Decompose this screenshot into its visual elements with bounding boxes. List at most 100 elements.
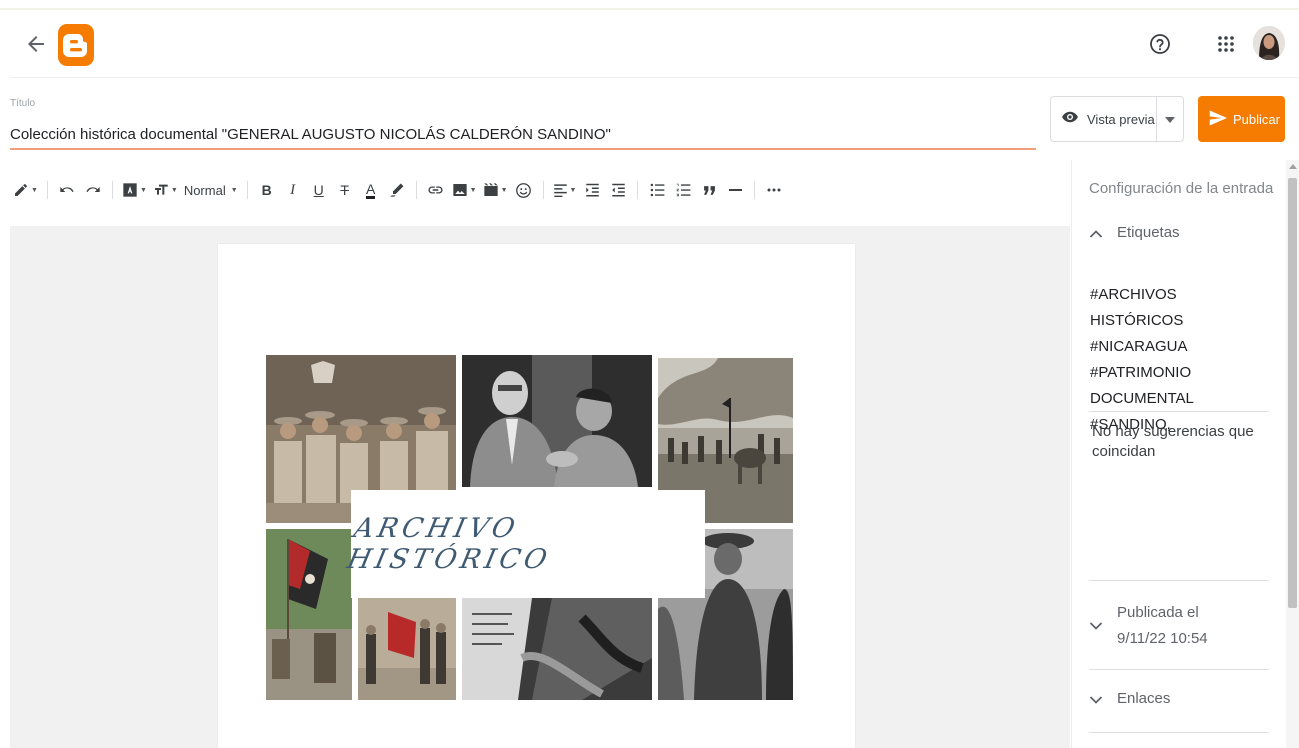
caret-down-icon: ▼ [170,186,178,194]
archive-banner-text: ARCHIVO HISTÓRICO [344,513,554,575]
horizontal-rule-button[interactable] [725,178,745,202]
preview-button[interactable]: Vista previa [1051,97,1158,141]
indent-increase-icon [585,183,600,197]
insert-emoji-button[interactable] [514,178,534,202]
italic-icon: I [290,181,296,198]
undo-button[interactable] [57,178,77,202]
post-title-input[interactable] [10,118,1036,150]
sidebar-divider [1089,732,1269,733]
publish-button[interactable]: Publicar [1198,96,1285,142]
font-box-icon [122,182,138,198]
archive-collage-image[interactable]: ARCHIVO HISTÓRICO [266,355,793,700]
caret-down-icon: ▼ [139,186,147,194]
toolbar-divider [46,181,48,199]
insert-video-button[interactable]: ▼ [483,178,508,202]
publish-label: Publicar [1233,111,1280,127]
label-tag: #NICARAGUA [1090,338,1188,355]
labels-input[interactable]: #ARCHIVOS HISTÓRICOS #NICARAGUA #PATRIMO… [1090,282,1270,438]
paragraph-style-select[interactable]: Normal ▼ [184,178,238,202]
quote-icon [703,185,716,196]
indent-decrease-button[interactable] [608,178,628,202]
horizontal-rule-icon [728,188,742,192]
toolbar-divider [637,181,639,199]
align-button[interactable]: ▼ [553,178,577,202]
quote-button[interactable] [699,178,719,202]
labels-section-toggle[interactable]: Etiquetas [1089,224,1180,243]
text-color-icon: A [365,180,376,199]
caret-down-icon: ▼ [230,186,238,194]
more-options-button[interactable] [764,178,784,202]
chevron-down-icon [1089,692,1107,709]
blogger-logo[interactable] [58,24,94,66]
font-family-button[interactable]: ▼ [122,178,147,202]
compose-mode-button[interactable]: ▼ [13,178,38,202]
preview-label: Vista previa [1087,111,1155,127]
numbered-list-button[interactable] [673,178,693,202]
send-icon [1209,110,1228,129]
highlight-button[interactable] [387,178,407,202]
sidebar-scrollbar[interactable] [1286,160,1299,748]
labels-section-label: Etiquetas [1117,224,1180,241]
redo-icon [85,183,101,197]
toolbar-divider [754,181,756,199]
user-avatar[interactable] [1253,26,1285,60]
links-section-toggle[interactable]: Enlaces [1089,690,1170,709]
links-section-label: Enlaces [1117,690,1171,707]
post-settings-sidebar: Configuración de la entrada Etiquetas #A… [1071,160,1286,748]
bold-icon: B [261,182,272,198]
marker-icon [389,182,405,198]
caret-down-icon: ▼ [569,186,577,194]
historic-photo-flag [266,529,352,700]
toolbar-divider [542,181,544,199]
numbered-list-icon [676,183,691,197]
underline-button[interactable]: U [309,178,329,202]
insert-link-button[interactable] [426,178,446,202]
font-size-button[interactable]: ▼ [153,178,178,202]
toolbar-divider [415,181,417,199]
caret-down-icon: ▼ [469,186,477,194]
indent-increase-button[interactable] [582,178,602,202]
scroll-up-arrow-icon[interactable] [1289,164,1297,169]
undo-icon [59,183,75,197]
label-tag: #PATRIMONIO [1090,364,1192,381]
chevron-down-icon [1089,618,1107,635]
toolbar-divider [246,181,248,199]
video-icon [483,182,499,198]
image-icon [452,182,468,198]
bulleted-list-icon [650,183,665,197]
window-top-edge [0,0,1299,10]
insert-image-button[interactable]: ▼ [452,178,477,202]
back-arrow-icon[interactable] [24,32,48,56]
scrollbar-thumb[interactable] [1288,178,1297,608]
preview-button-group: Vista previa [1050,96,1184,142]
eye-icon [1061,108,1079,131]
text-color-button[interactable]: A [361,178,381,202]
more-horizontal-icon [767,188,781,192]
help-icon[interactable] [1148,32,1172,56]
text-size-icon [153,182,169,198]
bold-button[interactable]: B [257,178,277,202]
title-field-label: Título [10,98,36,109]
indent-decrease-icon [611,183,626,197]
italic-button[interactable]: I [283,178,303,202]
pencil-icon [13,182,29,198]
caret-down-icon: ▼ [31,186,38,194]
apps-grid-icon[interactable] [1214,32,1238,56]
archive-banner: ARCHIVO HISTÓRICO [344,490,705,598]
sidebar-divider [1089,580,1269,581]
label-tag: #ARCHIVOS HISTÓRICOS [1090,286,1184,329]
post-body-page[interactable]: ARCHIVO HISTÓRICO [218,244,855,748]
editor-toolbar: ▼ ▼ ▼ Normal ▼ B I U T A ▼ ▼ ▼ [10,170,1070,210]
published-date: 9/11/22 10:54 [1117,630,1208,647]
strikethrough-button[interactable]: T [335,178,355,202]
bulleted-list-button[interactable] [647,178,667,202]
no-suggestions-text: No hay sugerencias que coincidan [1092,423,1254,460]
paragraph-style-label: Normal [183,182,226,198]
redo-button[interactable] [83,178,103,202]
preview-dropdown-toggle[interactable] [1157,110,1183,128]
app-header [10,12,1299,78]
historic-photo-documents [462,598,652,700]
published-section-toggle[interactable]: Publicada el 9/11/22 10:54 [1089,600,1208,652]
caret-down-icon: ▼ [500,186,508,194]
editor-canvas[interactable]: ARCHIVO HISTÓRICO [10,226,1070,748]
